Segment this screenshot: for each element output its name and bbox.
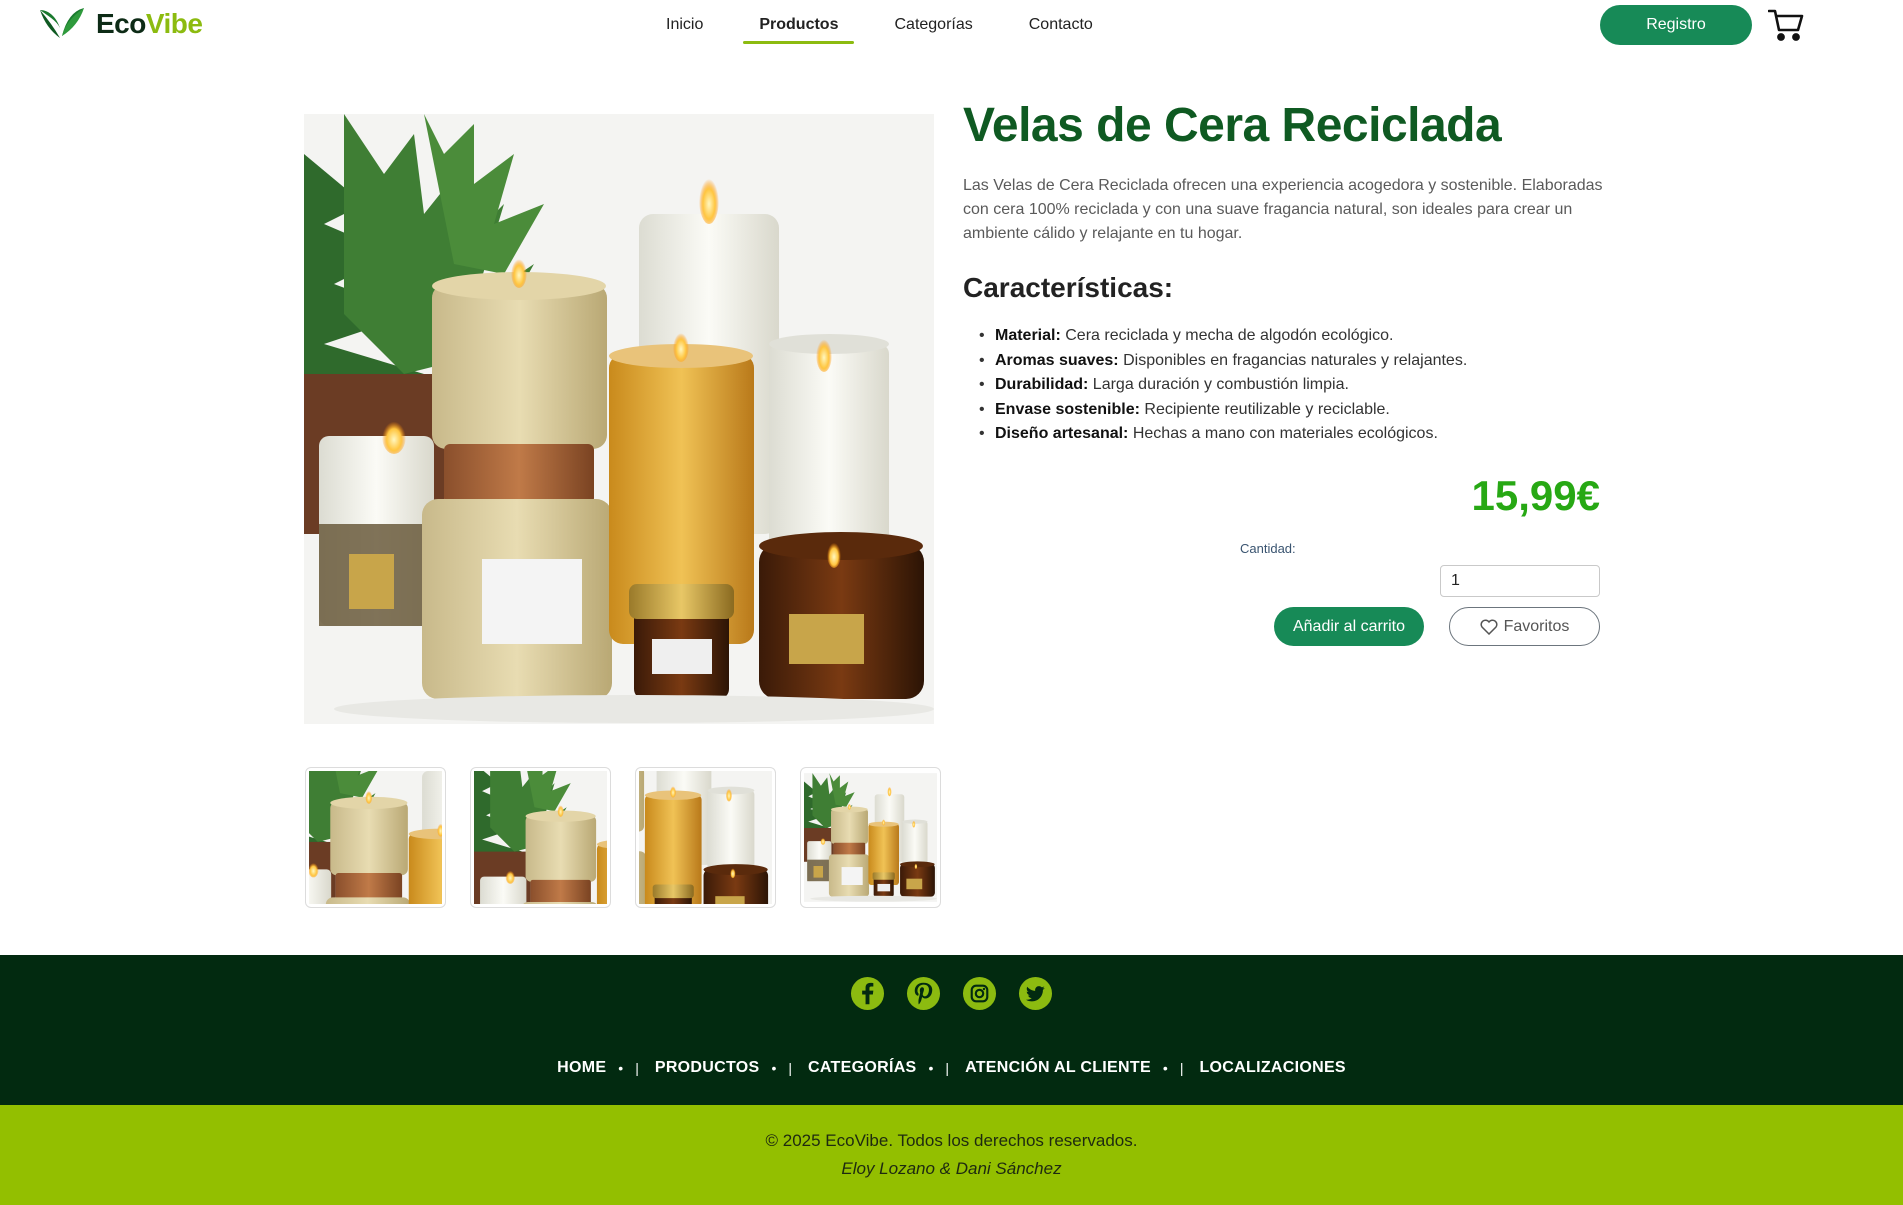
feature-name: Aromas suaves: [995, 351, 1119, 369]
footer-pipe: | [1179, 1060, 1184, 1076]
feature-name: Envase sostenible: [995, 400, 1140, 418]
feature-text: Cera reciclada y mecha de algodón ecológ… [1065, 327, 1394, 344]
footer-link-categorias[interactable]: CATEGORÍAS [808, 1059, 916, 1077]
feature-text: Larga duración y combustión limpia. [1092, 376, 1349, 393]
quantity-label: Cantidad: [1240, 541, 1296, 556]
brand-name: EcoVibe [96, 8, 203, 40]
feature-text: Hechas a mano con materiales ecológicos. [1132, 425, 1438, 442]
footer-dot: • [771, 1060, 777, 1076]
footer-dot: • [1162, 1060, 1168, 1076]
features-heading: Características: [963, 272, 1174, 303]
feature-text: Disponibles en fragancias naturales y re… [1123, 351, 1468, 369]
product-description: Las Velas de Cera Reciclada ofrecen una … [963, 177, 1603, 242]
footer-dot: • [928, 1060, 934, 1076]
brand-vibe: Vibe [145, 8, 203, 39]
product-main-image [304, 114, 934, 724]
product-price: 15,99€ [1471, 472, 1600, 519]
twitter-icon[interactable] [1018, 976, 1053, 1011]
footer-pipe: | [788, 1060, 793, 1076]
favorites-label: Favoritos [1503, 617, 1570, 635]
thumbnail-2[interactable] [470, 767, 611, 908]
heart-icon [1480, 619, 1498, 635]
footer-top: HOME • | PRODUCTOS • | CATEGORÍAS • | ATENC… [0, 955, 1903, 1105]
feature-text: Recipiente reutilizable y reciclable. [1144, 400, 1390, 418]
footer-pipe: | [635, 1060, 639, 1076]
nav-item-categorias[interactable]: Categorías [878, 10, 988, 40]
feature-item: Aromas suaves: Disponibles en fragancias… [963, 349, 1467, 374]
footer-pipe: | [945, 1060, 950, 1076]
feature-item: Envase sostenible: Recipiente reutilizab… [963, 398, 1467, 423]
footer-link-home[interactable]: HOME [557, 1059, 606, 1077]
nav-item-inicio[interactable]: Inicio [650, 10, 719, 40]
footer-separator: • | [618, 1060, 639, 1076]
social-links [850, 976, 1053, 1011]
thumbnail-4[interactable] [800, 767, 941, 908]
favorites-button[interactable]: Favoritos [1449, 607, 1600, 646]
footer-dot: • [618, 1060, 624, 1076]
feature-item: Diseño artesanal: Hechas a mano con mate… [963, 422, 1467, 447]
feature-name: Material: [995, 327, 1061, 344]
register-button[interactable]: Registro [1600, 5, 1752, 45]
product-title: Velas de Cera Reciclada [963, 99, 1502, 152]
leaf-logo-icon [40, 8, 84, 38]
footer-separator: • | [929, 1060, 950, 1076]
authors-text: Eloy Lozano & Dani Sánchez [841, 1159, 1062, 1178]
footer-separator: • | [1163, 1060, 1184, 1076]
cart-icon[interactable] [1768, 8, 1804, 42]
feature-name: Diseño artesanal: [995, 425, 1129, 442]
logo[interactable]: EcoVibe [38, 6, 203, 42]
feature-item: Material: Cera reciclada y mecha de algo… [963, 324, 1467, 349]
nav-item-productos[interactable]: Productos [743, 10, 855, 44]
nav-item-contacto[interactable]: Contacto [1013, 10, 1109, 40]
footer-link-localizaciones[interactable]: LOCALIZACIONES [1199, 1059, 1345, 1077]
thumbnail-gallery [305, 767, 941, 908]
footer-link-atencion-cliente[interactable]: ATENCIÓN AL CLIENTE [965, 1059, 1151, 1077]
add-to-cart-button[interactable]: Añadir al carrito [1274, 607, 1424, 646]
pinterest-icon[interactable] [906, 976, 941, 1011]
features-list: Material: Cera reciclada y mecha de algo… [963, 324, 1467, 447]
footer-nav: HOME • | PRODUCTOS • | CATEGORÍAS • | ATENC… [0, 1059, 1903, 1077]
feature-name: Durabilidad: [995, 376, 1089, 393]
instagram-icon[interactable] [962, 976, 997, 1011]
main-nav: Inicio Productos Categorías Contacto [650, 10, 1133, 44]
feature-item: Durabilidad: Larga duración y combustión… [963, 373, 1467, 398]
footer-bottom: © 2025 EcoVibe. Todos los derechos reser… [0, 1105, 1903, 1205]
footer-link-productos[interactable]: PRODUCTOS [655, 1059, 760, 1077]
site-header: EcoVibe Inicio Productos Categorías Cont… [0, 0, 1903, 50]
thumbnail-1[interactable] [305, 767, 446, 908]
copyright-text: © 2025 EcoVibe. Todos los derechos reser… [765, 1131, 1138, 1150]
facebook-icon[interactable] [850, 976, 885, 1011]
footer-separator: • | [771, 1060, 792, 1076]
brand-eco: Eco [96, 8, 146, 39]
thumbnail-3[interactable] [635, 767, 776, 908]
quantity-input[interactable] [1440, 565, 1600, 597]
